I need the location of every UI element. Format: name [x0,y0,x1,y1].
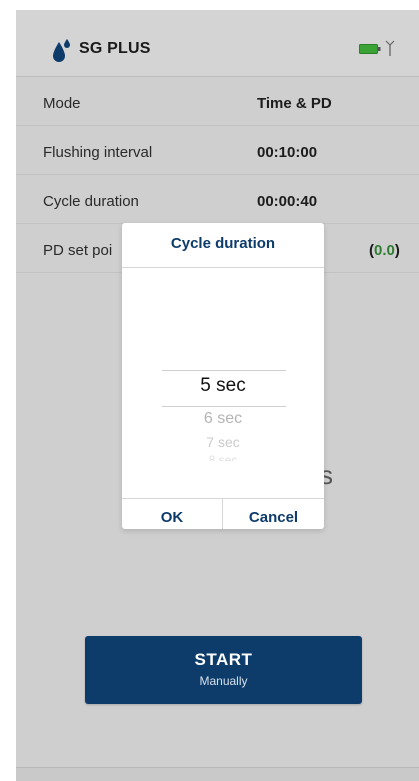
setting-label: Mode [43,95,81,112]
water-drop-icon [53,39,70,62]
setting-label: Flushing interval [43,144,153,161]
picker-option[interactable]: 8 sec [122,453,324,461]
dialog-actions: OK Cancel [122,498,324,529]
cancel-button[interactable]: Cancel [223,496,324,529]
start-button-label: START [194,650,253,669]
setting-row-cycle-duration[interactable]: Cycle duration 00:00:40 [16,175,419,224]
picker-option[interactable]: 7 sec [122,434,324,450]
picker-selection-line [162,406,286,407]
setting-value: Time & PD [257,95,332,112]
start-button-sublabel: Manually [199,674,248,688]
ok-button[interactable]: OK [122,496,222,529]
battery-icon [359,44,381,54]
bottom-bar [16,767,419,781]
setting-label: PD set poi [43,242,113,259]
dialog-title: Cycle duration [170,235,276,252]
antenna-icon [385,40,395,56]
duration-picker[interactable]: 5 sec 6 sec 7 sec 8 sec [122,268,324,498]
app-header: SG PLUS [16,10,419,77]
picker-option-selected[interactable]: 5 sec [122,375,324,397]
picker-option[interactable]: 6 sec [122,410,324,428]
start-manually-button[interactable]: START Manually [85,636,362,704]
app-title: SG PLUS [79,40,151,57]
setting-value: 00:10:00 [257,144,318,161]
setting-row-flushing-interval[interactable]: Flushing interval 00:10:00 [16,126,419,175]
picker-selection-line [162,370,286,371]
cycle-duration-dialog: Cycle duration 5 sec 6 sec 7 sec 8 sec O… [122,223,324,529]
setting-row-mode[interactable]: Mode Time & PD [16,77,419,126]
app-screen: SG PLUS Mode Time & PD Flushing interval… [16,10,419,781]
setting-value: (0.0) [369,242,400,259]
setting-value: 00:00:40 [257,193,318,210]
setting-label: Cycle duration [43,193,139,210]
